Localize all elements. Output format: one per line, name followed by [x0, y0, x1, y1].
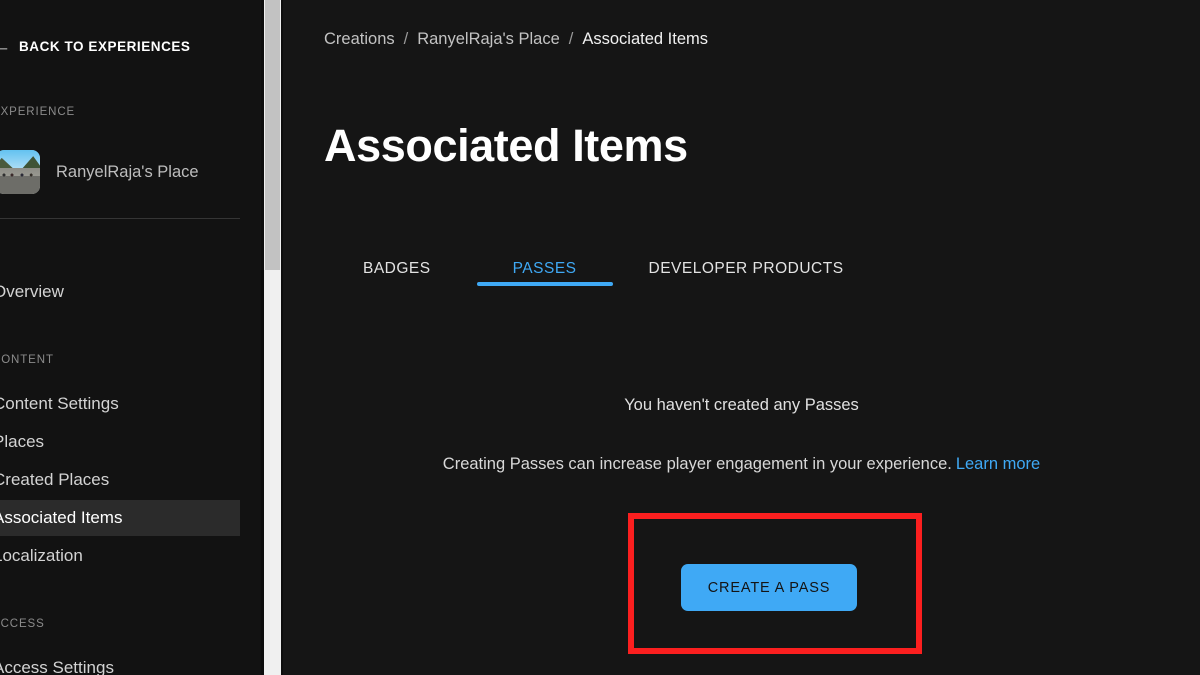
sidebar-item-access-settings[interactable]: Access Settings — [0, 650, 240, 675]
breadcrumb-separator: / — [404, 30, 409, 49]
breadcrumb-item-experience[interactable]: RanyelRaja's Place — [417, 30, 560, 49]
experience-thumbnail-icon — [0, 150, 40, 194]
section-label-access: ACCESS — [0, 618, 45, 630]
tab-passes[interactable]: PASSES — [513, 260, 577, 300]
back-to-experiences-label: BACK TO EXPERIENCES — [19, 39, 190, 54]
sidebar-item-label: Places — [0, 432, 44, 452]
learn-more-link[interactable]: Learn more — [956, 455, 1040, 473]
sidebar: ← BACK TO EXPERIENCES EXPERIENCE RanyelR… — [0, 0, 264, 675]
sidebar-divider — [0, 218, 240, 219]
tab-bar: BADGES PASSES DEVELOPER PRODUCTS — [363, 260, 844, 300]
empty-state-subtitle-text: Creating Passes can increase player enga… — [443, 455, 952, 473]
breadcrumb-separator: / — [569, 30, 574, 49]
section-label-experience: EXPERIENCE — [0, 106, 75, 118]
sidebar-item-places[interactable]: Places — [0, 424, 240, 460]
experience-name: RanyelRaja's Place — [56, 163, 199, 182]
arrow-left-icon: ← — [0, 37, 8, 56]
creator-dashboard-page: ← BACK TO EXPERIENCES EXPERIENCE RanyelR… — [0, 0, 1200, 675]
empty-state-title: You haven't created any Passes — [283, 396, 1200, 415]
sidebar-item-label: Access Settings — [0, 658, 114, 675]
tab-developer-products[interactable]: DEVELOPER PRODUCTS — [649, 260, 844, 300]
breadcrumb-item-current: Associated Items — [582, 30, 708, 49]
tab-label: BADGES — [363, 260, 431, 277]
sidebar-item-label: Localization — [0, 546, 83, 566]
back-to-experiences-link[interactable]: ← BACK TO EXPERIENCES — [0, 33, 238, 59]
tab-badges[interactable]: BADGES — [363, 260, 431, 300]
section-label-content: CONTENT — [0, 354, 54, 366]
create-a-pass-button[interactable]: CREATE A PASS — [681, 564, 857, 611]
sidebar-item-localization[interactable]: Localization — [0, 538, 240, 574]
breadcrumb-item-creations[interactable]: Creations — [324, 30, 395, 49]
sidebar-item-label: Created Places — [0, 470, 109, 490]
sidebar-item-label: Overview — [0, 282, 64, 302]
main-content: Creations / RanyelRaja's Place / Associa… — [283, 0, 1200, 675]
experience-card[interactable]: RanyelRaja's Place — [0, 146, 246, 198]
empty-state-subtitle: Creating Passes can increase player enga… — [283, 455, 1200, 474]
sidebar-item-content-settings[interactable]: Content Settings — [0, 386, 240, 422]
page-title: Associated Items — [324, 120, 688, 172]
sidebar-item-associated-items[interactable]: Associated Items — [0, 500, 240, 536]
tab-label: PASSES — [513, 260, 577, 277]
sidebar-item-label: Associated Items — [0, 508, 122, 528]
sidebar-scrollbar-thumb[interactable] — [265, 0, 280, 270]
breadcrumb: Creations / RanyelRaja's Place / Associa… — [324, 30, 708, 49]
tab-label: DEVELOPER PRODUCTS — [649, 260, 844, 277]
sidebar-item-overview[interactable]: Overview — [0, 274, 240, 310]
sidebar-item-label: Content Settings — [0, 394, 119, 414]
sidebar-item-created-places[interactable]: Created Places — [0, 462, 240, 498]
